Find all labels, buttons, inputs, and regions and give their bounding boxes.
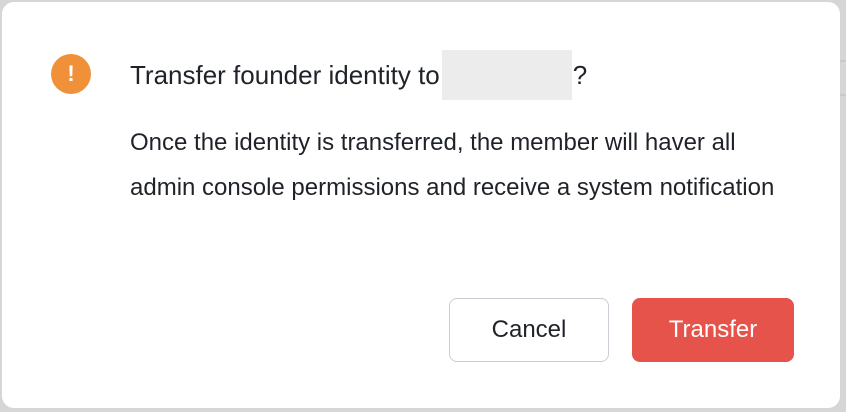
cancel-button[interactable]: Cancel — [449, 298, 609, 362]
dialog-title-question-mark: ? — [572, 59, 588, 90]
transfer-button[interactable]: Transfer — [632, 298, 794, 362]
dialog-message: Once the identity is transferred, the me… — [130, 129, 775, 201]
transfer-founder-dialog: ! Transfer founder identity to ? Once th… — [2, 2, 840, 408]
background-element-edge — [840, 60, 846, 96]
redacted-member-name — [441, 50, 572, 100]
warning-icon: ! — [51, 54, 91, 94]
dialog-title-text: Transfer founder identity to — [130, 59, 440, 90]
dialog-title: Transfer founder identity to ? — [130, 50, 587, 100]
